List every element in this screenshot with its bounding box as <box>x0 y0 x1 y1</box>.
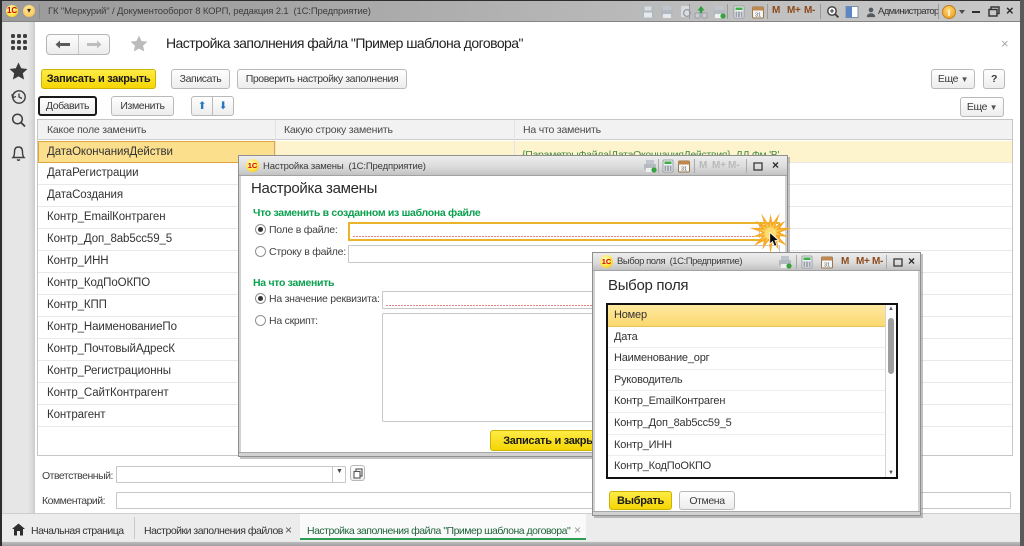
svg-text:31: 31 <box>755 13 761 19</box>
svg-text:31: 31 <box>824 263 830 269</box>
svg-text:31: 31 <box>681 167 687 173</box>
